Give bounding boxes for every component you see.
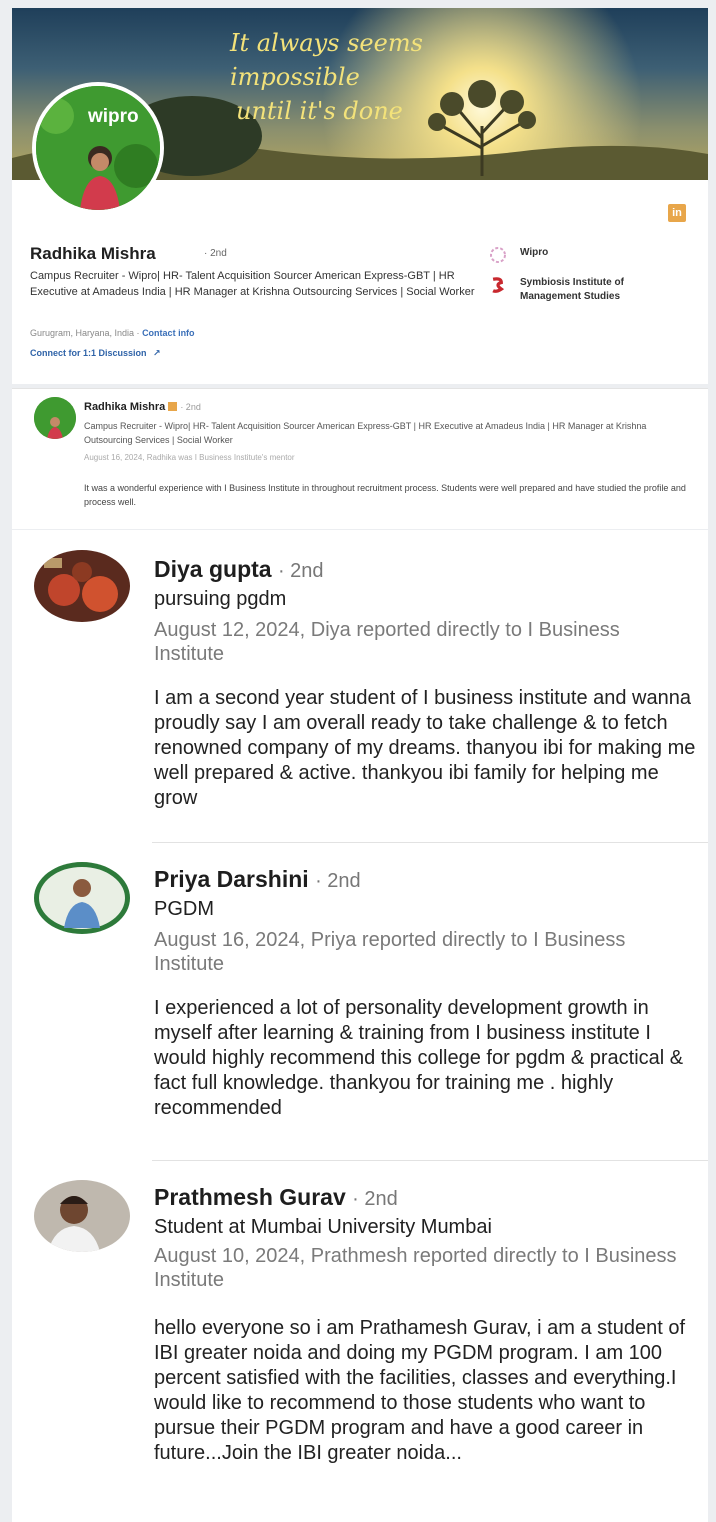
recommender-headline: PGDM: [154, 898, 214, 920]
divider: [152, 1160, 708, 1161]
banner-quote-line-1: It always seems impossible: [230, 29, 423, 91]
recommendation-text: I am a second year student of I business…: [154, 687, 696, 809]
profile-headline: Campus Recruiter - Wipro| HR- Talent Acq…: [30, 270, 475, 298]
profile-photo: [36, 86, 160, 210]
profile-location: Gurugram, Haryana, India · Contact info: [30, 328, 195, 338]
recommendation-text: hello everyone so i am Prathamesh Gurav,…: [154, 1317, 686, 1464]
recommender-name-row[interactable]: Diya gupta · 2nd: [154, 556, 324, 583]
contact-info-link[interactable]: Contact info: [142, 328, 195, 338]
recommender-photo: [34, 397, 76, 439]
recommendation-text: I experienced a lot of personality devel…: [154, 997, 684, 1119]
connection-degree: · 2nd: [315, 870, 361, 892]
recommender-headline: Student at Mumbai University Mumbai: [154, 1216, 492, 1238]
recommendation-text: It was a wonderful experience with I Bus…: [84, 483, 686, 507]
linkedin-badge-icon: [168, 402, 178, 411]
avatar[interactable]: [34, 1180, 130, 1252]
experience-label: Wipro: [520, 247, 549, 258]
connect-link[interactable]: Connect for 1:1 Discussion ↗: [30, 348, 161, 359]
connect-link-label: Connect for 1:1 Discussion: [30, 348, 147, 358]
experience-label: Symbiosis Institute of Management Studie…: [520, 277, 624, 302]
recommender-name-row[interactable]: Priya Darshini · 2nd: [154, 866, 361, 893]
recommender-headline: Campus Recruiter - Wipro| HR- Talent Acq…: [84, 421, 647, 445]
recommendation-date: August 16, 2024, Radhika was I Business …: [84, 453, 295, 462]
location-text: Gurugram, Haryana, India ·: [30, 328, 140, 338]
recommender-headline: pursuing pgdm: [154, 588, 287, 610]
linkedin-icon[interactable]: in: [668, 204, 686, 222]
avatar-photo: [34, 1180, 130, 1252]
wipro-logo-icon: [490, 247, 506, 263]
avatar[interactable]: [34, 862, 130, 934]
recommendations-list: Diya gupta · 2nd pursuing pgdm August 12…: [12, 530, 708, 1522]
connection-degree: · 2nd: [352, 1188, 398, 1210]
recommender-name-row[interactable]: Radhika Mishra · 2nd: [84, 401, 201, 413]
recommender-name: Diya gupta: [154, 556, 272, 582]
banner-quote: It always seems impossible until it's do…: [230, 26, 530, 128]
avatar-photo: [34, 862, 130, 934]
avatar[interactable]: [34, 550, 130, 622]
symbiosis-logo-icon: [492, 277, 505, 293]
profile-card: It always seems impossible until it's do…: [12, 8, 708, 384]
profile-avatar[interactable]: wipro: [32, 82, 164, 214]
connection-degree: · 2nd: [204, 248, 227, 259]
banner-quote-line-2: until it's done: [236, 97, 403, 125]
external-link-icon: ↗: [153, 348, 161, 358]
connection-degree: · 2nd: [180, 402, 201, 412]
recommendation-date: August 16, 2024, Priya reported directly…: [154, 929, 626, 975]
avatar-brand: wipro: [88, 106, 139, 127]
recommendation-date: August 12, 2024, Diya reported directly …: [154, 619, 620, 665]
recommender-avatar[interactable]: [34, 397, 76, 439]
recommender-name-row[interactable]: Prathmesh Gurav · 2nd: [154, 1184, 398, 1211]
recommender-name: Priya Darshini: [154, 866, 309, 892]
recommender-name: Prathmesh Gurav: [154, 1184, 346, 1210]
divider: [152, 842, 708, 843]
experience-item-wipro[interactable]: Wipro: [486, 246, 670, 264]
recommendation-date: August 10, 2024, Prathmesh reported dire…: [154, 1245, 677, 1291]
connection-degree: · 2nd: [277, 560, 324, 582]
recommender-name: Radhika Mishra: [84, 401, 166, 413]
profile-name[interactable]: Radhika Mishra: [30, 244, 156, 264]
recommendation-snippet: Radhika Mishra · 2nd Campus Recruiter - W…: [12, 388, 708, 529]
experience-item-symbiosis[interactable]: Symbiosis Institute of Management Studie…: [486, 276, 670, 304]
avatar-photo: [34, 550, 130, 622]
